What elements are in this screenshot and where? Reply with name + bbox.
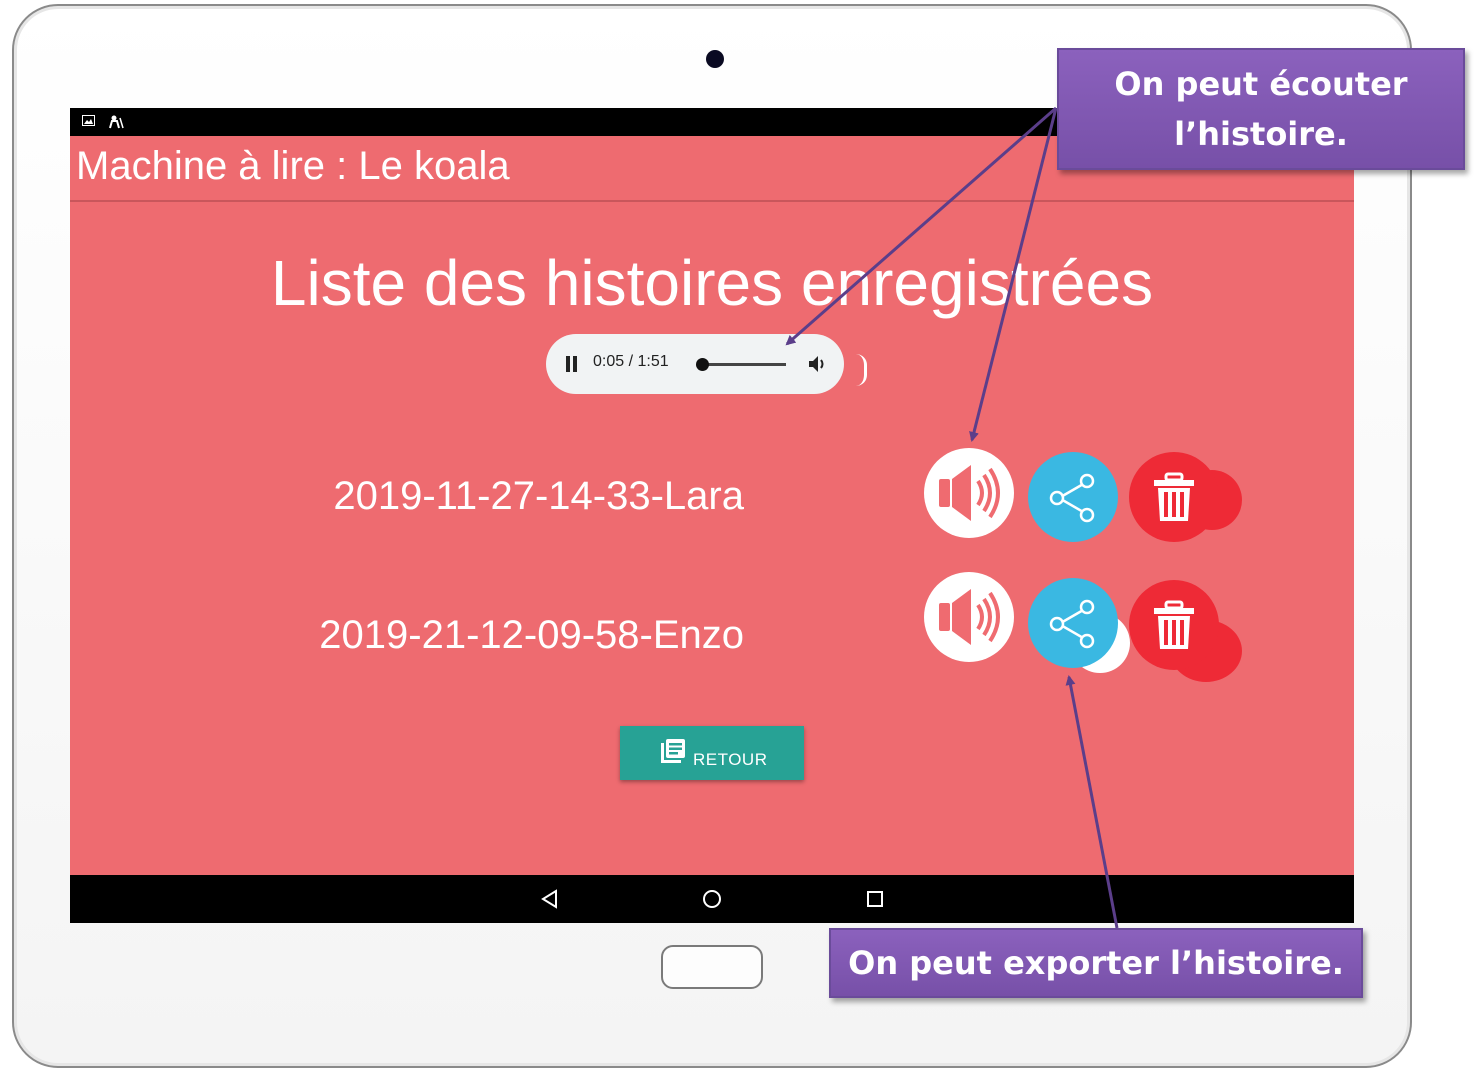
callout-listen-line1: On peut écouter: [1114, 65, 1408, 103]
callout-export: On peut exporter l’histoire.: [829, 928, 1363, 998]
callout-listen-line2: l’histoire.: [1174, 115, 1348, 153]
arrow-to-listen-button: [969, 107, 1058, 442]
arrow-to-player: [785, 106, 1057, 346]
callout-listen: On peut écouter l’histoire.: [1057, 48, 1465, 170]
arrow-to-share-button: [1065, 675, 1119, 929]
